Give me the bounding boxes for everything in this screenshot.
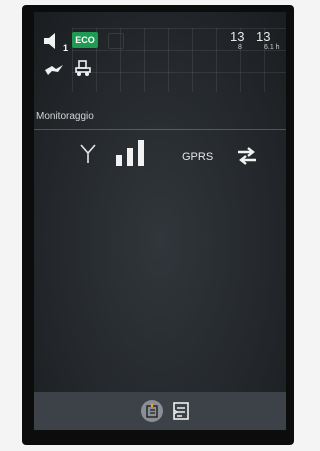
status-bar: 1 ECO 13 8 13 6.1 h xyxy=(34,28,286,98)
antenna-icon xyxy=(80,144,96,164)
status-grid xyxy=(72,28,286,92)
clock-secondary: 13 xyxy=(256,29,271,44)
plug-icon xyxy=(108,33,124,49)
clock-secondary-sub: 6.1 h xyxy=(264,44,280,51)
signal-strength-icon xyxy=(116,140,146,166)
tractor-icon[interactable] xyxy=(74,59,92,77)
gprs-label: GPRS xyxy=(182,151,214,163)
section-title: Monitoraggio xyxy=(36,111,94,122)
clock-primary: 13 xyxy=(230,29,245,44)
eco-badge[interactable]: ECO xyxy=(72,32,98,48)
clock-primary-sub: 8 xyxy=(238,44,242,51)
section-divider xyxy=(34,129,286,130)
speaker-badge: 1 xyxy=(62,43,68,53)
transfer-arrows-icon xyxy=(236,145,258,167)
document-list-icon[interactable] xyxy=(172,401,190,421)
bottom-toolbar xyxy=(34,392,286,430)
bird-icon[interactable] xyxy=(44,63,64,75)
device-screen: 1 ECO 13 8 13 6.1 h Monitoraggio GPRS xyxy=(34,12,286,430)
document-active-icon[interactable] xyxy=(141,400,163,422)
speaker-icon[interactable]: 1 xyxy=(42,32,68,53)
